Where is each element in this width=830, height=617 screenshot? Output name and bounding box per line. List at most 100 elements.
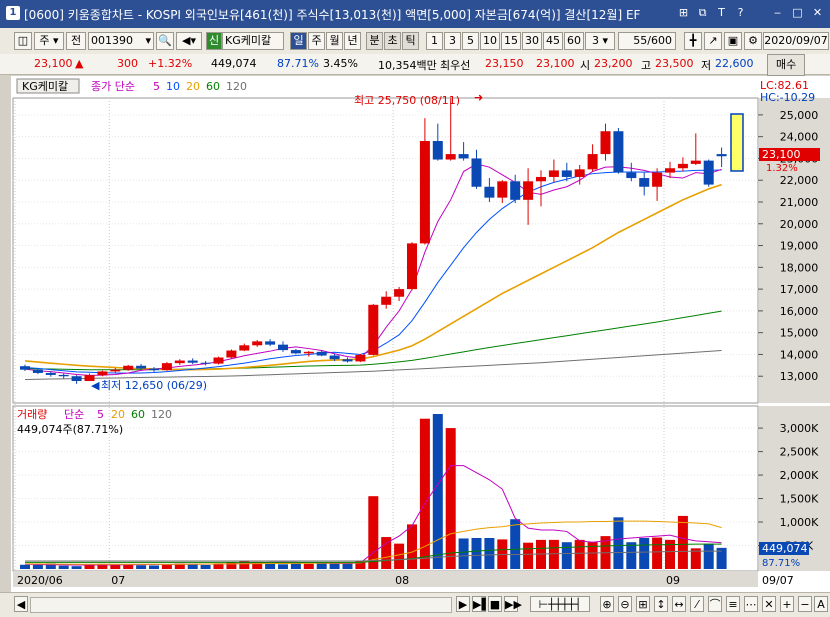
close-button[interactable]: ✕ bbox=[810, 5, 825, 20]
gear-icon[interactable]: ⚙ bbox=[744, 32, 762, 50]
window-title: [0600] 키움종합차트 - KOSPI 외국인보유[461(천)] 주식수[… bbox=[24, 8, 641, 22]
volume-bar bbox=[58, 565, 69, 569]
grid-icon[interactable]: ⊞ bbox=[676, 5, 691, 20]
low-price: 22,600 bbox=[715, 57, 754, 70]
compare-icon[interactable]: ≡ bbox=[726, 596, 740, 612]
chart-layout-icon[interactable]: ◫ bbox=[14, 32, 32, 50]
volume-bar bbox=[523, 542, 534, 569]
volume-value: 449,074 bbox=[211, 57, 257, 70]
search-icon[interactable]: 🔍 bbox=[156, 32, 174, 50]
volume-bar bbox=[136, 565, 147, 569]
candle-body bbox=[626, 172, 637, 179]
candle-icon[interactable]: ╋ bbox=[684, 32, 702, 50]
add-icon[interactable]: + bbox=[780, 596, 794, 612]
change-pct: +1.32% bbox=[148, 57, 193, 70]
candle-body bbox=[432, 141, 443, 160]
period-year[interactable]: 년 bbox=[344, 32, 361, 50]
candle-body bbox=[265, 341, 276, 345]
open-price: 23,200 bbox=[594, 57, 633, 70]
ma-legend-5: 5 bbox=[153, 80, 160, 93]
candle-body bbox=[523, 181, 534, 200]
volume-bar bbox=[342, 563, 353, 569]
period-minute[interactable]: 분 bbox=[366, 32, 383, 50]
scroll-left-icon[interactable]: ◀ bbox=[14, 596, 28, 612]
candle-body bbox=[407, 243, 417, 290]
volume-tick-label: 1,000K bbox=[780, 516, 819, 529]
fit-icon[interactable]: ⊞ bbox=[636, 596, 650, 612]
code-input[interactable]: 001390 ▾ bbox=[88, 32, 154, 50]
vertical-zoom-icon[interactable]: ↕ bbox=[654, 596, 668, 612]
period-second[interactable]: 초 bbox=[384, 32, 401, 50]
buy-button[interactable]: 매수 bbox=[767, 54, 806, 76]
volume-ma-20: 20 bbox=[111, 408, 125, 421]
date-field[interactable]: 2020/09/07 bbox=[763, 32, 829, 50]
candle-body bbox=[639, 178, 650, 187]
scroll-track[interactable] bbox=[30, 597, 452, 613]
volume-bar bbox=[278, 564, 288, 569]
step-forward-icon[interactable]: ▶▌ bbox=[472, 596, 490, 612]
candle-body bbox=[136, 365, 147, 369]
volume-bar bbox=[123, 564, 134, 569]
chart-area[interactable]: 25,00024,00023,00022,00021,00020,00019,0… bbox=[11, 76, 830, 596]
candle-body bbox=[316, 351, 327, 356]
stock-name-field[interactable]: KG케미칼 bbox=[222, 32, 284, 50]
play-icon[interactable]: ▶ bbox=[456, 596, 470, 612]
count-field[interactable]: 55/600 bbox=[618, 32, 676, 50]
cross-icon[interactable]: ✕ bbox=[762, 596, 776, 612]
interval-dropdown[interactable]: 3 ▾ bbox=[585, 32, 615, 50]
interval-3[interactable]: 3 bbox=[444, 32, 461, 50]
period-tick[interactable]: 틱 bbox=[402, 32, 419, 50]
interval-15[interactable]: 15 bbox=[501, 32, 521, 50]
period-month[interactable]: 월 bbox=[326, 32, 343, 50]
interval-10[interactable]: 10 bbox=[480, 32, 500, 50]
magnet-icon[interactable]: ⌒ bbox=[708, 596, 722, 612]
period-day[interactable]: 일 bbox=[290, 32, 307, 50]
fast-forward-icon[interactable]: ▶▶ bbox=[504, 596, 522, 612]
low-arrow-icon: ◀ bbox=[91, 379, 100, 392]
stop-icon[interactable]: ■ bbox=[488, 596, 502, 612]
interval-60[interactable]: 60 bbox=[564, 32, 584, 50]
candle-body bbox=[652, 172, 663, 187]
period-week[interactable]: 주 bbox=[308, 32, 325, 50]
candle-body bbox=[703, 160, 714, 185]
interval-5[interactable]: 5 bbox=[462, 32, 479, 50]
candle-body bbox=[471, 158, 482, 187]
interval-1[interactable]: 1 bbox=[426, 32, 443, 50]
interval-30[interactable]: 30 bbox=[522, 32, 542, 50]
volume-bar bbox=[71, 566, 82, 569]
volume-bar bbox=[548, 539, 559, 569]
chevron-down-icon[interactable]: ▾ bbox=[145, 33, 151, 49]
candle-body bbox=[484, 186, 495, 198]
turnover: 3.45% bbox=[323, 57, 358, 70]
trend-icon[interactable]: ↗ bbox=[704, 32, 722, 50]
save-icon[interactable]: ▣ bbox=[724, 32, 742, 50]
minimize-button[interactable]: ‒ bbox=[770, 5, 785, 20]
selection-box[interactable] bbox=[730, 113, 744, 172]
horizontal-zoom-icon[interactable]: ↔ bbox=[672, 596, 686, 612]
volume-bar bbox=[561, 542, 572, 569]
text-icon[interactable]: T bbox=[714, 5, 729, 20]
minus-icon[interactable]: − bbox=[798, 596, 812, 612]
candle-body bbox=[561, 170, 572, 177]
volume-bar bbox=[613, 517, 624, 569]
volume-bar bbox=[303, 563, 314, 569]
line-tool-icon[interactable]: ⁄ bbox=[690, 596, 704, 612]
volume-bar bbox=[200, 565, 211, 569]
toolbar: ◫ 주 ▾ 전 001390 ▾ 🔍 ◀▾ 신 KG케미칼 일 주 월 년 분 초… bbox=[0, 28, 830, 55]
candle-body bbox=[600, 131, 611, 155]
more-icon[interactable]: ⋯ bbox=[744, 596, 758, 612]
zoom-in-icon[interactable]: ⊕ bbox=[600, 596, 614, 612]
zoom-slider[interactable]: ⊢┼┼┼┼┤ bbox=[530, 596, 590, 612]
font-size-icon[interactable]: A bbox=[814, 596, 828, 612]
maximize-button[interactable]: □ bbox=[790, 5, 805, 20]
type-select[interactable]: 주 ▾ bbox=[34, 32, 64, 50]
candle-body bbox=[45, 372, 56, 375]
candle-body bbox=[20, 366, 30, 370]
zoom-out-icon[interactable]: ⊖ bbox=[618, 596, 632, 612]
help-icon[interactable]: ? bbox=[733, 5, 748, 20]
sound-icon[interactable]: ◀▾ bbox=[176, 32, 202, 50]
candle-body bbox=[574, 169, 585, 177]
prev-button[interactable]: 전 bbox=[66, 32, 86, 50]
interval-45[interactable]: 45 bbox=[543, 32, 563, 50]
restore-window-icon[interactable]: ⧉ bbox=[695, 5, 710, 20]
